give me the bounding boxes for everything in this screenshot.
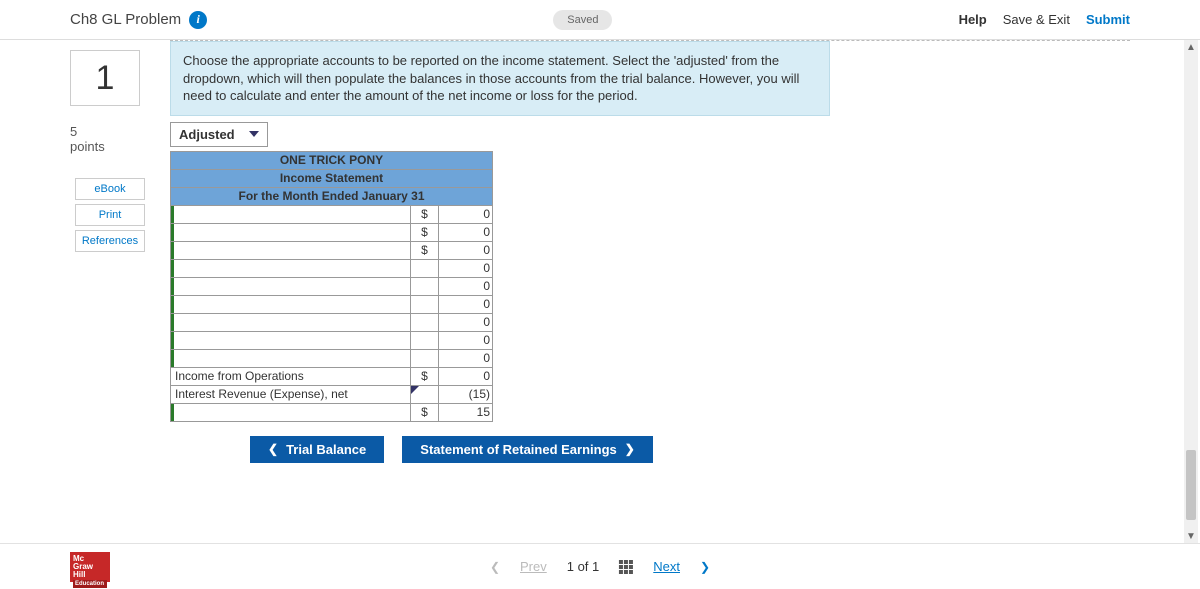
topbar-left: Ch8 GL Problem i	[70, 11, 207, 29]
currency-symbol-cell: $	[411, 367, 439, 385]
main: 1 5 points eBook Print References Choose…	[0, 40, 1200, 540]
pager-position: 1 of 1	[567, 559, 600, 574]
pager-prev-chevron-icon: ❮	[490, 560, 500, 574]
points-value: 5	[70, 124, 150, 139]
save-exit-link[interactable]: Save & Exit	[1003, 12, 1070, 27]
next-sheet-label: Statement of Retained Earnings	[420, 442, 616, 457]
help-link[interactable]: Help	[959, 12, 987, 27]
amount-cell[interactable]: 0	[439, 259, 493, 277]
account-cell[interactable]	[171, 331, 411, 349]
basis-value: Adjusted	[179, 127, 235, 142]
account-cell[interactable]	[171, 295, 411, 313]
currency-symbol-cell	[411, 331, 439, 349]
currency-symbol-cell: $	[411, 241, 439, 259]
pager-next-chevron-icon: ❯	[700, 560, 710, 574]
resource-links: eBook Print References	[70, 178, 150, 252]
currency-symbol-cell	[411, 349, 439, 367]
amount-cell[interactable]: 0	[439, 313, 493, 331]
sheet-title-2: Income Statement	[171, 169, 493, 187]
amount-cell[interactable]: 0	[439, 223, 493, 241]
basis-row: Adjusted	[170, 122, 830, 147]
topbar-actions: Help Save & Exit Submit	[959, 12, 1130, 27]
pager: ❮ Prev 1 of 1 Next ❯	[490, 559, 710, 574]
scroll-thumb[interactable]	[1186, 450, 1196, 520]
account-cell[interactable]	[171, 349, 411, 367]
currency-symbol-cell	[411, 259, 439, 277]
publisher-logo: Mc Graw Hill Education	[70, 552, 110, 582]
currency-symbol-cell: $	[411, 205, 439, 223]
pager-next[interactable]: Next	[653, 559, 680, 574]
account-cell[interactable]	[171, 259, 411, 277]
currency-symbol-cell[interactable]	[411, 385, 439, 403]
next-sheet-button[interactable]: Statement of Retained Earnings ❯	[402, 436, 653, 463]
question-number: 1	[70, 50, 140, 106]
currency-symbol-cell	[411, 313, 439, 331]
scroll-up-icon[interactable]: ▲	[1184, 40, 1198, 54]
account-cell[interactable]	[171, 241, 411, 259]
chevron-left-icon: ❮	[268, 442, 278, 456]
prev-sheet-label: Trial Balance	[286, 442, 366, 457]
amount-cell[interactable]: 0	[439, 205, 493, 223]
amount-cell[interactable]: (15)	[439, 385, 493, 403]
grid-icon[interactable]	[619, 560, 633, 574]
submit-link[interactable]: Submit	[1086, 12, 1130, 27]
prev-sheet-button[interactable]: ❮ Trial Balance	[250, 436, 384, 463]
currency-symbol-cell: $	[411, 223, 439, 241]
chevron-right-icon: ❯	[625, 442, 635, 456]
caret-down-icon	[249, 131, 259, 137]
account-cell[interactable]	[171, 403, 411, 421]
pager-prev[interactable]: Prev	[520, 559, 547, 574]
currency-symbol-cell: $	[411, 403, 439, 421]
topbar: Ch8 GL Problem i Saved Help Save & Exit …	[0, 0, 1200, 40]
sheet-nav: ❮ Trial Balance Statement of Retained Ea…	[250, 436, 1130, 463]
points-label: points	[70, 139, 105, 154]
sheet-title-3: For the Month Ended January 31	[171, 187, 493, 205]
info-icon[interactable]: i	[189, 11, 207, 29]
account-cell: Interest Revenue (Expense), net	[171, 385, 411, 403]
vertical-scrollbar[interactable]: ▲ ▼	[1184, 40, 1198, 543]
basis-dropdown[interactable]: Adjusted	[170, 122, 268, 147]
ebook-link[interactable]: eBook	[75, 178, 145, 200]
amount-cell[interactable]: 0	[439, 367, 493, 385]
sheet-title-1: ONE TRICK PONY	[171, 151, 493, 169]
amount-cell[interactable]: 0	[439, 241, 493, 259]
points: 5 points	[70, 124, 150, 154]
amount-cell[interactable]: 0	[439, 331, 493, 349]
assignment-title: Ch8 GL Problem	[70, 11, 181, 28]
amount-cell[interactable]: 0	[439, 349, 493, 367]
footer: Mc Graw Hill Education ❮ Prev 1 of 1 Nex…	[0, 543, 1200, 589]
saved-indicator: Saved	[553, 10, 612, 30]
income-statement-table: ONE TRICK PONY Income Statement For the …	[170, 151, 493, 422]
amount-cell[interactable]: 0	[439, 295, 493, 313]
amount-cell[interactable]: 0	[439, 277, 493, 295]
references-link[interactable]: References	[75, 230, 145, 252]
account-cell: Income from Operations	[171, 367, 411, 385]
instructions: Choose the appropriate accounts to be re…	[170, 41, 830, 116]
account-cell[interactable]	[171, 223, 411, 241]
scroll-down-icon[interactable]: ▼	[1184, 529, 1198, 543]
account-cell[interactable]	[171, 205, 411, 223]
print-link[interactable]: Print	[75, 204, 145, 226]
content: Choose the appropriate accounts to be re…	[170, 40, 1130, 463]
amount-cell[interactable]: 15	[439, 403, 493, 421]
currency-symbol-cell	[411, 277, 439, 295]
currency-symbol-cell	[411, 295, 439, 313]
account-cell[interactable]	[171, 313, 411, 331]
question-sidebar: 1 5 points eBook Print References	[70, 50, 150, 252]
account-cell[interactable]	[171, 277, 411, 295]
